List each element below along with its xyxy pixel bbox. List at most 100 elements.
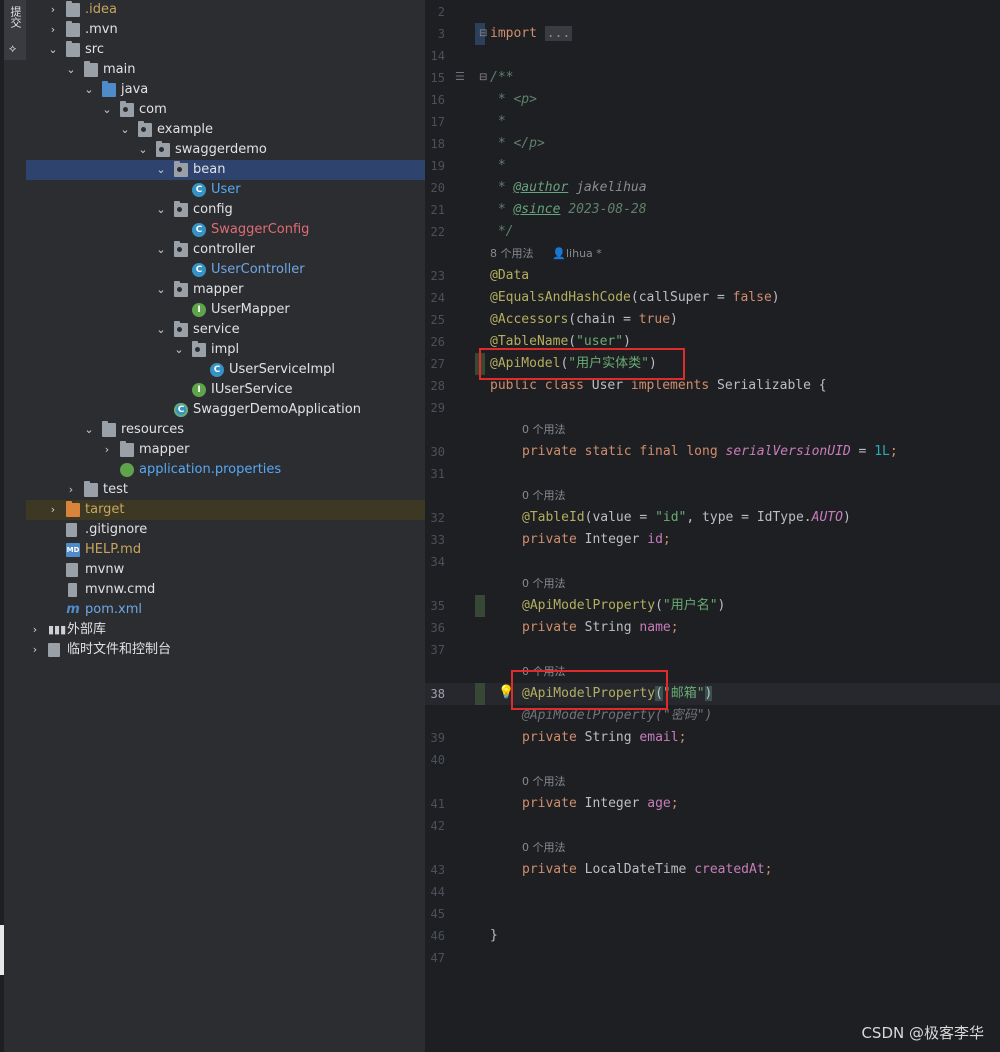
tree-row-usercontroller[interactable]: C UserController (26, 260, 425, 280)
tree-row-target[interactable]: › target (26, 500, 425, 520)
code-line[interactable]: private String name; (522, 617, 679, 639)
tree-row-application-properties[interactable]: application.properties (26, 460, 425, 480)
line-number: 33 (430, 533, 445, 547)
code-line[interactable]: private static final long serialVersionU… (522, 441, 898, 463)
code-line-doc-author[interactable]: * @author jakelihua (490, 177, 647, 199)
code-line-doc-open[interactable]: /** (490, 67, 513, 89)
line-number: 32 (430, 511, 445, 525)
code-line[interactable]: private LocalDateTime createdAt; (522, 859, 772, 881)
chevron-down-icon[interactable]: ⌄ (100, 100, 114, 120)
tree-row-src[interactable]: ⌄ src (26, 40, 425, 60)
code-line-doc[interactable]: * (490, 111, 506, 133)
chevron-down-icon[interactable]: ⌄ (154, 280, 168, 300)
author-hint[interactable]: lihua * (566, 243, 602, 265)
code-line[interactable]: @EqualsAndHashCode(callSuper = false) (490, 287, 780, 309)
line-number: 34 (430, 555, 445, 569)
tree-row-iuserservice[interactable]: I IUserService (26, 380, 425, 400)
line-number: 43 (430, 863, 445, 877)
doc-render-icon[interactable]: ☰ (455, 70, 465, 83)
usage-hint[interactable]: 0 个用法 (522, 573, 566, 595)
tree-row-swaggerconfig[interactable]: C SwaggerConfig (26, 220, 425, 240)
tree-row-external-libraries[interactable]: › ▮▮▮ 外部库 (26, 620, 425, 640)
fold-icon[interactable]: ⊟ (479, 28, 487, 39)
chevron-right-icon[interactable]: › (28, 620, 42, 640)
chevron-down-icon[interactable]: ⌄ (82, 80, 96, 100)
tree-row-test[interactable]: › test (26, 480, 425, 500)
chevron-right-icon[interactable]: › (46, 500, 60, 520)
code-line-doc[interactable]: * <p> (490, 89, 537, 111)
tree-row-mvn[interactable]: › .mvn (26, 20, 425, 40)
chevron-right-icon[interactable]: › (64, 480, 78, 500)
tree-row-mapper[interactable]: ⌄ mapper (26, 280, 425, 300)
change-marker (475, 595, 485, 617)
highlight-box (511, 670, 668, 710)
code-line[interactable]: private Integer id; (522, 529, 671, 551)
code-line[interactable]: @Data (490, 265, 529, 287)
line-number: 39 (430, 731, 445, 745)
code-line-doc[interactable]: * </p> (490, 133, 545, 155)
code-line-import[interactable]: import ... (490, 23, 573, 45)
usage-hint[interactable]: 8 个用法 (490, 243, 534, 265)
tree-row-impl[interactable]: ⌄ impl (26, 340, 425, 360)
chevron-right-icon[interactable]: › (46, 20, 60, 40)
usage-hint[interactable]: 0 个用法 (522, 771, 566, 793)
tree-row-pom[interactable]: m pom.xml (26, 600, 425, 620)
chevron-down-icon[interactable]: ⌄ (118, 120, 132, 140)
tree-row-user[interactable]: C User (26, 180, 425, 200)
tree-row-java[interactable]: ⌄ java (26, 80, 425, 100)
tree-row-bean[interactable]: ⌄ bean (26, 160, 425, 180)
doc-comment: /** (490, 70, 514, 85)
tree-row-help-md[interactable]: MD HELP.md (26, 540, 425, 560)
tree-row-usermapper[interactable]: I UserMapper (26, 300, 425, 320)
doc-text: jakelihua (568, 180, 647, 195)
tree-row-resources[interactable]: ⌄ resources (26, 420, 425, 440)
chevron-down-icon[interactable]: ⌄ (154, 200, 168, 220)
chevron-down-icon[interactable]: ⌄ (136, 140, 150, 160)
tree-row-mvnw[interactable]: mvnw (26, 560, 425, 580)
tree-label: config (193, 202, 233, 217)
maven-icon: m (66, 602, 80, 617)
chevron-down-icon[interactable]: ⌄ (154, 160, 168, 180)
code-line[interactable]: @ApiModelProperty("用户名") (522, 595, 725, 617)
tree-row-mvnw-cmd[interactable]: mvnw.cmd (26, 580, 425, 600)
code-line-doc-since[interactable]: * @since 2023-08-28 (490, 199, 647, 221)
scratch-icon (48, 643, 60, 657)
tree-row-service[interactable]: ⌄ service (26, 320, 425, 340)
code-line[interactable]: @Accessors(chain = true) (490, 309, 678, 331)
fold-icon[interactable]: ⊟ (479, 72, 487, 83)
line-number: 23 (430, 269, 445, 283)
usage-hint[interactable]: 0 个用法 (522, 419, 566, 441)
chevron-down-icon[interactable]: ⌄ (46, 40, 60, 60)
tree-row-scratches[interactable]: › 临时文件和控制台 (26, 640, 425, 660)
tree-row-swaggerdemoapplication[interactable]: C SwaggerDemoApplication (26, 400, 425, 420)
chevron-right-icon[interactable]: › (46, 0, 60, 20)
tree-row-config[interactable]: ⌄ config (26, 200, 425, 220)
tree-row-com[interactable]: ⌄ com (26, 100, 425, 120)
usage-hint[interactable]: 0 个用法 (522, 485, 566, 507)
commit-tool-tab[interactable]: 提交 ⟡ (4, 0, 26, 60)
tree-row-idea[interactable]: › .idea (26, 0, 425, 20)
tree-row-mapper-res[interactable]: › mapper (26, 440, 425, 460)
tree-row-gitignore[interactable]: .gitignore (26, 520, 425, 540)
usage-hint[interactable]: 0 个用法 (522, 837, 566, 859)
chevron-down-icon[interactable]: ⌄ (82, 420, 96, 440)
code-line[interactable]: private Integer age; (522, 793, 679, 815)
chevron-down-icon[interactable]: ⌄ (172, 340, 186, 360)
tree-row-swaggerdemo[interactable]: ⌄ swaggerdemo (26, 140, 425, 160)
code-line[interactable]: } (490, 925, 498, 947)
chevron-down-icon[interactable]: ⌄ (64, 60, 78, 80)
folded-imports[interactable]: ... (544, 26, 573, 41)
code-line[interactable]: private String email; (522, 727, 686, 749)
project-tree[interactable]: › .idea › .mvn ⌄ src ⌄ main ⌄ java ⌄ com… (26, 0, 425, 1052)
tree-row-main[interactable]: ⌄ main (26, 60, 425, 80)
tree-row-userserviceimpl[interactable]: C UserServiceImpl (26, 360, 425, 380)
chevron-right-icon[interactable]: › (100, 440, 114, 460)
chevron-right-icon[interactable]: › (28, 640, 42, 660)
code-line-doc-close[interactable]: */ (490, 221, 514, 243)
code-line-doc[interactable]: * (490, 155, 506, 177)
tree-row-controller[interactable]: ⌄ controller (26, 240, 425, 260)
chevron-down-icon[interactable]: ⌄ (154, 320, 168, 340)
chevron-down-icon[interactable]: ⌄ (154, 240, 168, 260)
code-line[interactable]: @TableId(value = "id", type = IdType.AUT… (522, 507, 851, 529)
tree-row-example[interactable]: ⌄ example (26, 120, 425, 140)
